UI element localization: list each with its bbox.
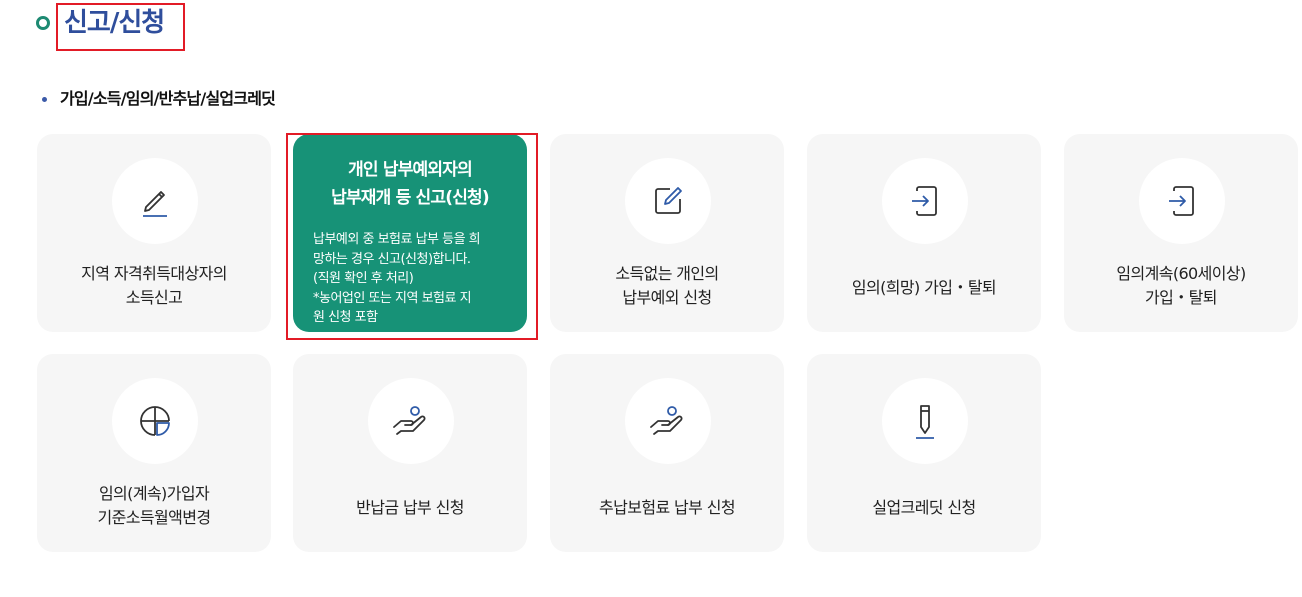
card-label: 반납금 납부 신청 <box>356 498 464 517</box>
card-icon-circle <box>625 378 711 464</box>
hand-payment-icon <box>648 403 688 439</box>
card-income-change[interactable]: 임의(계속)가입자 기준소득월액변경 <box>37 354 271 552</box>
card-icon-circle <box>882 158 968 244</box>
pie-chart-icon <box>137 403 173 439</box>
card-icon-circle <box>368 378 454 464</box>
card-label: 소득없는 개인의 납부예외 신청 <box>615 264 719 307</box>
card-description: 납부예외 중 보험료 납부 등을 희 망하는 경우 신고(신청)합니다. (직원… <box>313 232 481 325</box>
card-exception-apply[interactable]: 소득없는 개인의 납부예외 신청 <box>550 134 784 332</box>
card-label: 임의(희망) 가입・탈퇴 <box>851 278 997 297</box>
card-unemployment-credit[interactable]: 실업크레딧 신청 <box>807 354 1041 552</box>
pen-icon <box>907 401 943 441</box>
card-payment-resume[interactable]: 개인 납부예외자의 납부재개 등 신고(신청) 납부예외 중 보험료 납부 등을… <box>293 134 527 332</box>
card-icon-circle <box>1139 158 1225 244</box>
card-label: 지역 자격취득대상자의 소득신고 <box>81 264 227 307</box>
card-continued-join[interactable]: 임의계속(60세이상) 가입・탈퇴 <box>1064 134 1298 332</box>
section-bullet-icon <box>42 97 47 102</box>
card-additional-payment[interactable]: 추납보험료 납부 신청 <box>550 354 784 552</box>
card-voluntary-join[interactable]: 임의(희망) 가입・탈퇴 <box>807 134 1041 332</box>
card-icon-circle <box>625 158 711 244</box>
title-bullet-icon <box>36 16 50 30</box>
card-label: 임의계속(60세이상) 가입・탈퇴 <box>1116 264 1246 307</box>
card-icon-circle <box>882 378 968 464</box>
hand-payment-icon <box>391 403 431 439</box>
card-icon-circle <box>112 158 198 244</box>
login-arrow-icon <box>1164 183 1200 219</box>
pencil-underline-icon <box>137 183 173 219</box>
login-arrow-icon <box>907 183 943 219</box>
card-income-report[interactable]: 지역 자격취득대상자의 소득신고 <box>37 134 271 332</box>
edit-square-icon <box>650 183 686 219</box>
section-heading: 가입/소득/임의/반추납/실업크레딧 <box>60 89 276 108</box>
card-label: 추납보험료 납부 신청 <box>598 498 736 517</box>
card-label: 임의(계속)가입자 기준소득월액변경 <box>97 484 212 527</box>
card-icon-circle <box>112 378 198 464</box>
title-highlight-box <box>56 3 185 51</box>
card-label: 실업크레딧 신청 <box>872 498 976 517</box>
card-refund-payment[interactable]: 반납금 납부 신청 <box>293 354 527 552</box>
card-title: 개인 납부예외자의 납부재개 등 신고(신청) <box>331 160 490 208</box>
